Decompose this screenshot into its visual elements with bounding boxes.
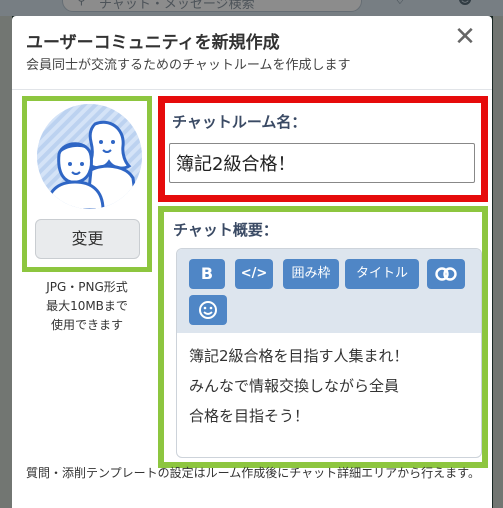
avatar-note-line: JPG・PNG形式 (46, 280, 128, 294)
title-button[interactable]: タイトル (345, 259, 419, 289)
code-button[interactable]: </> (235, 259, 273, 289)
template-setting-note: 質問・添削テンプレートの設定はルーム作成後にチャット詳細エリアから行えます。 (26, 466, 480, 480)
modal-header: ユーザーコミュニティを新規作成 会員同士が交流するためのチャットルームを作成しま… (12, 16, 492, 90)
avatar-file-note: JPG・PNG形式 最大10MBまで 使用できます (22, 278, 152, 335)
editor-toolbar: B </> 囲み枠 タイトル (177, 249, 481, 333)
close-icon[interactable]: ✕ (452, 22, 478, 52)
box-button[interactable]: 囲み枠 (283, 259, 339, 289)
chat-name-section: チャットルーム名： 簿記2級合格！ (158, 96, 488, 202)
link-icon[interactable] (427, 259, 465, 289)
chat-overview-section: チャット概要： B </> 囲み枠 タイトル 簿記2級合格を目指す人集まれ！ み… (158, 206, 488, 468)
create-community-modal: ユーザーコミュニティを新規作成 会員同士が交流するためのチャットルームを作成しま… (12, 16, 492, 508)
modal-subtitle: 会員同士が交流するためのチャットルームを作成します (26, 58, 351, 73)
bold-button[interactable]: B (189, 259, 225, 289)
change-avatar-button[interactable]: 変更 (35, 219, 140, 259)
chat-name-input[interactable]: 簿記2級合格！ (169, 143, 475, 183)
chat-name-label: チャットルーム名： (172, 113, 307, 131)
overview-text[interactable]: 簿記2級合格を目指す人集まれ！ みんなで情報交換しながら全員 合格を目指そう！ (189, 341, 479, 431)
community-avatar (37, 104, 142, 209)
avatar-section: 変更 (22, 96, 152, 272)
modal-title: ユーザーコミュニティを新規作成 (26, 33, 280, 53)
smile-icon[interactable] (189, 295, 227, 325)
avatar-note-line: 最大10MBまで (46, 299, 128, 313)
overview-text-line: 合格を目指そう！ (189, 407, 310, 425)
chat-overview-label: チャット概要： (173, 221, 278, 239)
overview-editor[interactable]: B </> 囲み枠 タイトル 簿記2級合格を目指す人集まれ！ みんなで情報交換し… (176, 248, 482, 458)
overview-text-line: 簿記2級合格を目指す人集まれ！ (189, 347, 409, 365)
overview-text-line: みんなで情報交換しながら全員 (189, 377, 400, 395)
avatar-note-line: 使用できます (50, 318, 123, 332)
